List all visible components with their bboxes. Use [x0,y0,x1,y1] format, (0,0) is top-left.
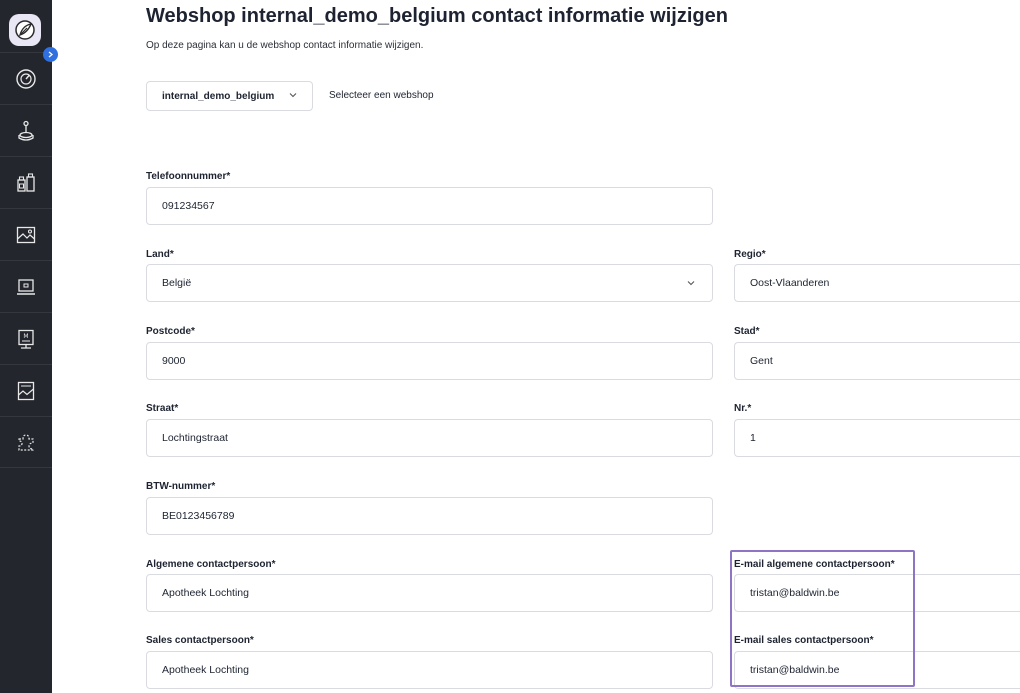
nr-input[interactable]: 1 [734,419,1020,457]
expand-sidebar-button[interactable] [43,47,58,62]
email-algemene-input[interactable]: tristan@baldwin.be [734,574,1020,612]
image-icon[interactable] [0,208,52,260]
btw-label: BTW-nummer* [146,481,216,492]
main-content: Webshop internal_demo_belgium contact in… [52,0,1020,693]
sales-contact-input[interactable]: Apotheek Lochting [146,651,713,689]
laptop-icon[interactable] [0,260,52,312]
page-title: Webshop internal_demo_belgium contact in… [146,5,728,27]
land-select[interactable]: België [146,264,713,302]
logo-icon[interactable] [9,14,41,46]
chevron-down-icon [686,278,696,291]
email-algemene-label: E-mail algemene contactpersoon* [734,559,895,570]
algemene-contact-input[interactable]: Apotheek Lochting [146,574,713,612]
telefoon-input[interactable]: 091234567 [146,187,713,225]
svg-text:M: M [23,333,28,340]
dashboard-gauge-icon[interactable] [0,52,52,104]
straat-label: Straat* [146,403,179,414]
joystick-icon[interactable] [0,104,52,156]
btw-input[interactable]: BE0123456789 [146,497,713,535]
nr-label: Nr.* [734,403,752,414]
land-select-value: België [162,277,192,289]
telefoon-label: Telefoonnummer* [146,171,231,182]
email-sales-input[interactable]: tristan@baldwin.be [734,651,1020,689]
presentation-icon[interactable]: M [0,312,52,364]
webshop-select-value: internal_demo_belgium [162,90,275,102]
webshop-select[interactable]: internal_demo_belgium [146,81,313,111]
products-icon[interactable] [0,156,52,208]
stad-input[interactable]: Gent [734,342,1020,380]
postcode-input[interactable]: 9000 [146,342,713,380]
stad-label: Stad* [734,326,760,337]
regio-label: Regio* [734,249,766,260]
gallery-icon[interactable] [0,364,52,416]
algemene-contact-label: Algemene contactpersoon* [146,559,276,570]
sidebar: M [0,0,58,693]
puzzle-icon[interactable] [0,416,52,468]
land-label: Land* [146,249,174,260]
postcode-label: Postcode* [146,326,195,337]
straat-input[interactable]: Lochtingstraat [146,419,713,457]
webshop-select-label: Selecteer een webshop [329,90,434,101]
sales-contact-label: Sales contactpersoon* [146,635,254,646]
email-sales-label: E-mail sales contactpersoon* [734,635,874,646]
page-subtitle: Op deze pagina kan u de webshop contact … [146,40,424,51]
chevron-down-icon [288,90,298,103]
regio-input[interactable]: Oost-Vlaanderen [734,264,1020,302]
